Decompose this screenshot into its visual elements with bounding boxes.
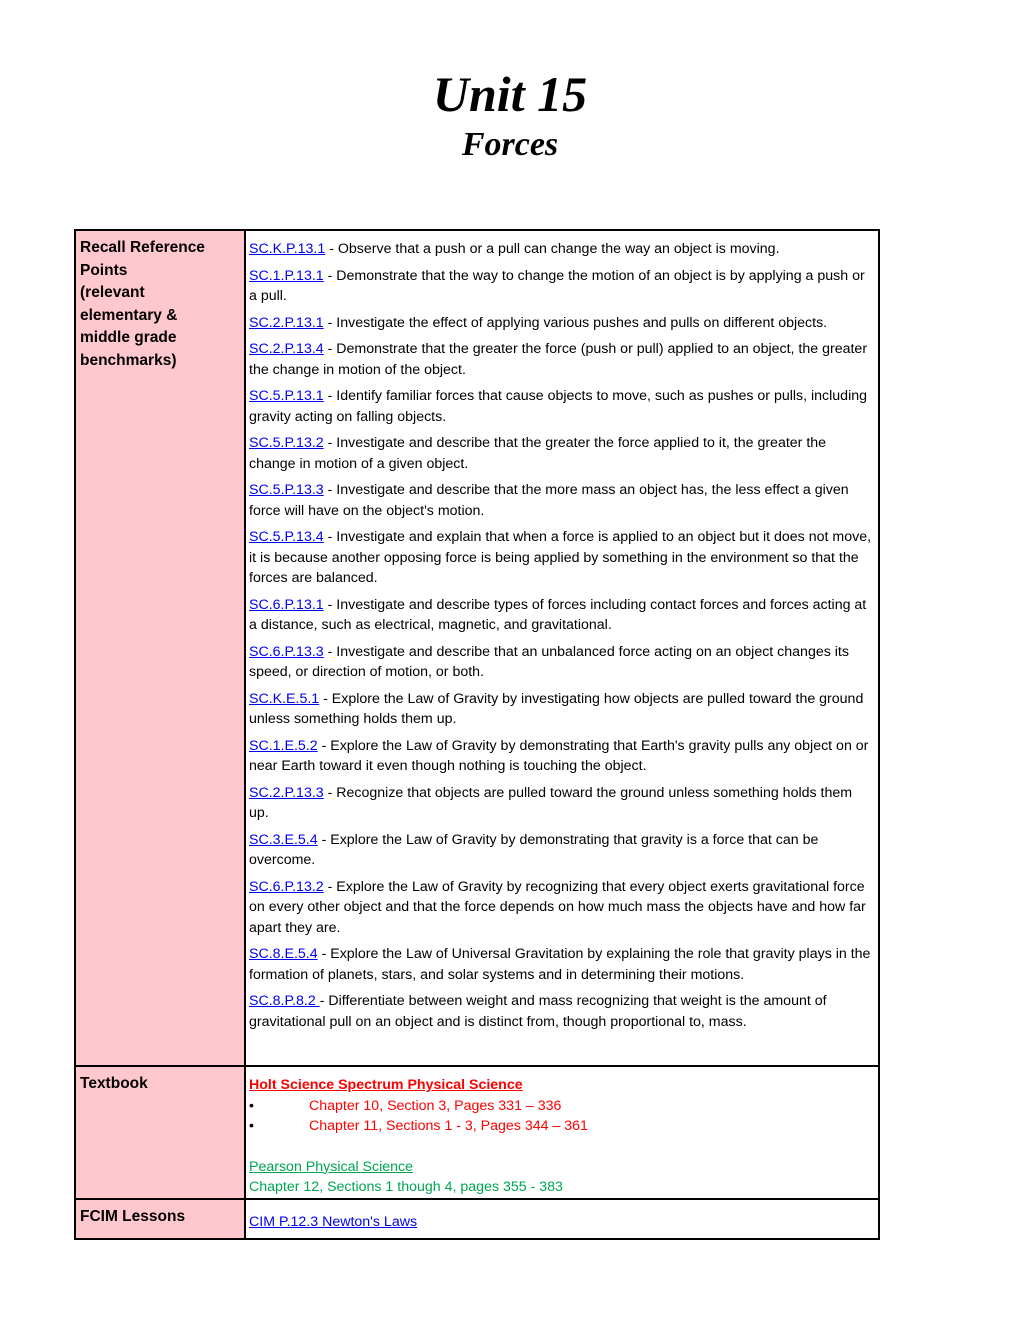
bullet-icon: • xyxy=(249,1118,254,1134)
benchmark-code-link[interactable]: SC.K.E.5.1 xyxy=(249,691,319,707)
recall-label: Recall Reference Points (relevant elemen… xyxy=(80,239,205,369)
benchmark-code-link[interactable]: SC.K.P.13.1 xyxy=(249,241,325,257)
benchmark-item: SC.8.P.8.2 - Differentiate between weigh… xyxy=(249,991,874,1032)
benchmark-description: - Investigate and explain that when a fo… xyxy=(249,529,872,586)
benchmark-item: SC.6.P.13.2 - Explore the Law of Gravity… xyxy=(249,877,874,939)
unit-table: Recall Reference Points (relevant elemen… xyxy=(74,229,880,1240)
benchmark-code-link[interactable]: SC.5.P.13.1 xyxy=(249,388,324,404)
recall-label-cell: Recall Reference Points (relevant elemen… xyxy=(74,229,246,1067)
recall-benchmarks-cell: SC.K.P.13.1 - Observe that a push or a p… xyxy=(244,229,880,1067)
benchmark-code-link[interactable]: SC.8.E.5.4 xyxy=(249,946,318,962)
benchmark-item: SC.K.E.5.1 - Explore the Law of Gravity … xyxy=(249,689,874,730)
benchmark-item: SC.5.P.13.4 - Investigate and explain th… xyxy=(249,527,874,589)
benchmark-code-link[interactable]: SC.6.P.13.3 xyxy=(249,644,324,660)
pearson-detail: Chapter 12, Sections 1 though 4, pages 3… xyxy=(249,1179,563,1195)
holt-item: • Chapter 10, Section 3, Pages 331 – 336 xyxy=(249,1096,874,1117)
benchmark-description: - Investigate and describe types of forc… xyxy=(249,596,867,634)
textbook-cell: Holt Science Spectrum Physical Science •… xyxy=(244,1065,880,1200)
page-title: Unit 15 xyxy=(432,66,588,122)
benchmark-description: - Explore the Law of Gravity by investig… xyxy=(249,690,864,728)
pearson-textbook-link[interactable]: Pearson Physical Science xyxy=(249,1159,413,1175)
benchmark-list: SC.K.P.13.1 - Observe that a push or a p… xyxy=(249,239,874,1032)
benchmark-description: - Investigate the effect of applying var… xyxy=(323,314,828,331)
recall-row: Recall Reference Points (relevant elemen… xyxy=(74,229,880,1067)
benchmark-description: - Investigate and describe that the grea… xyxy=(249,435,827,472)
bullet-icon: • xyxy=(249,1097,254,1114)
fcim-lesson-link[interactable]: CIM P.12.3 Newton's Laws xyxy=(249,1212,417,1233)
benchmark-item: SC.5.P.13.3 - Investigate and describe t… xyxy=(249,480,874,521)
benchmark-code-link[interactable]: SC.8.P.8.2 xyxy=(249,993,320,1009)
benchmark-item: SC.K.P.13.1 - Observe that a push or a p… xyxy=(249,239,874,260)
benchmark-item: SC.1.E.5.2 - Explore the Law of Gravity … xyxy=(249,736,874,777)
benchmark-item: SC.6.P.13.1 - Investigate and describe t… xyxy=(249,595,874,636)
benchmark-item: SC.8.E.5.4 - Explore the Law of Universa… xyxy=(249,944,874,985)
benchmark-code-link[interactable]: SC.2.P.13.1 xyxy=(249,315,324,331)
fcim-row: FCIM Lessons CIM P.12.3 Newton's Laws xyxy=(74,1197,880,1240)
benchmark-description: - Investigate and describe that the more… xyxy=(249,482,849,519)
benchmark-item: SC.1.P.13.1 - Demonstrate that the way t… xyxy=(249,266,874,307)
benchmark-code-link[interactable]: SC.5.P.13.4 xyxy=(249,529,324,545)
benchmark-code-link[interactable]: SC.2.P.13.3 xyxy=(249,785,324,801)
document-header: Unit 15 Forces xyxy=(0,64,1020,166)
benchmark-item: SC.5.P.13.1 - Identify familiar forces t… xyxy=(249,386,874,427)
benchmark-description: - Explore the Law of Universal Gravitati… xyxy=(249,946,871,983)
benchmark-item: SC.2.P.13.4 - Demonstrate that the great… xyxy=(249,339,874,380)
benchmark-code-link[interactable]: SC.1.P.13.1 xyxy=(249,268,324,284)
benchmark-code-link[interactable]: SC.2.P.13.4 xyxy=(249,341,324,357)
benchmark-description: - Demonstrate that the way to change the… xyxy=(249,267,865,305)
benchmark-description: - Recognize that objects are pulled towa… xyxy=(249,784,853,822)
textbook-label: Textbook xyxy=(74,1065,246,1200)
benchmark-description: - Explore the Law of Gravity by recogniz… xyxy=(249,878,866,936)
benchmark-description: - Identify familiar forces that cause ob… xyxy=(249,388,868,425)
benchmark-description: - Demonstrate that the greater the force… xyxy=(249,341,868,378)
benchmark-description: - Observe that a push or a pull can chan… xyxy=(325,241,780,257)
benchmark-code-link[interactable]: SC.6.P.13.1 xyxy=(249,597,324,613)
benchmark-item: SC.5.P.13.2 - Investigate and describe t… xyxy=(249,433,874,474)
page-subtitle: Forces xyxy=(461,126,559,163)
textbook-row: Textbook Holt Science Spectrum Physical … xyxy=(74,1065,880,1200)
benchmark-code-link[interactable]: SC.1.E.5.2 xyxy=(249,738,318,754)
benchmark-item: SC.2.P.13.1 - Investigate the effect of … xyxy=(249,313,874,334)
benchmark-code-link[interactable]: SC.5.P.13.2 xyxy=(249,435,324,451)
holt-textbook-link[interactable]: Holt Science Spectrum Physical Science xyxy=(249,1077,523,1093)
benchmark-item: SC.2.P.13.3 - Recognize that objects are… xyxy=(249,783,874,824)
benchmark-description: - Explore the Law of Gravity by demonstr… xyxy=(249,737,869,775)
benchmark-description: - Differentiate between weight and mass … xyxy=(249,993,827,1030)
fcim-label: FCIM Lessons xyxy=(74,1197,246,1240)
benchmark-code-link[interactable]: SC.5.P.13.3 xyxy=(249,482,324,498)
holt-item: • Chapter 11, Sections 1 - 3, Pages 344 … xyxy=(249,1116,874,1137)
benchmark-description: - Investigate and describe that an unbal… xyxy=(249,643,849,681)
benchmark-code-link[interactable]: SC.3.E.5.4 xyxy=(249,832,318,848)
benchmark-code-link[interactable]: SC.6.P.13.2 xyxy=(249,879,324,895)
benchmark-item: SC.3.E.5.4 - Explore the Law of Gravity … xyxy=(249,830,874,871)
benchmark-description: - Explore the Law of Gravity by demonstr… xyxy=(249,831,819,869)
benchmark-item: SC.6.P.13.3 - Investigate and describe t… xyxy=(249,642,874,683)
fcim-cell: CIM P.12.3 Newton's Laws xyxy=(244,1197,880,1240)
